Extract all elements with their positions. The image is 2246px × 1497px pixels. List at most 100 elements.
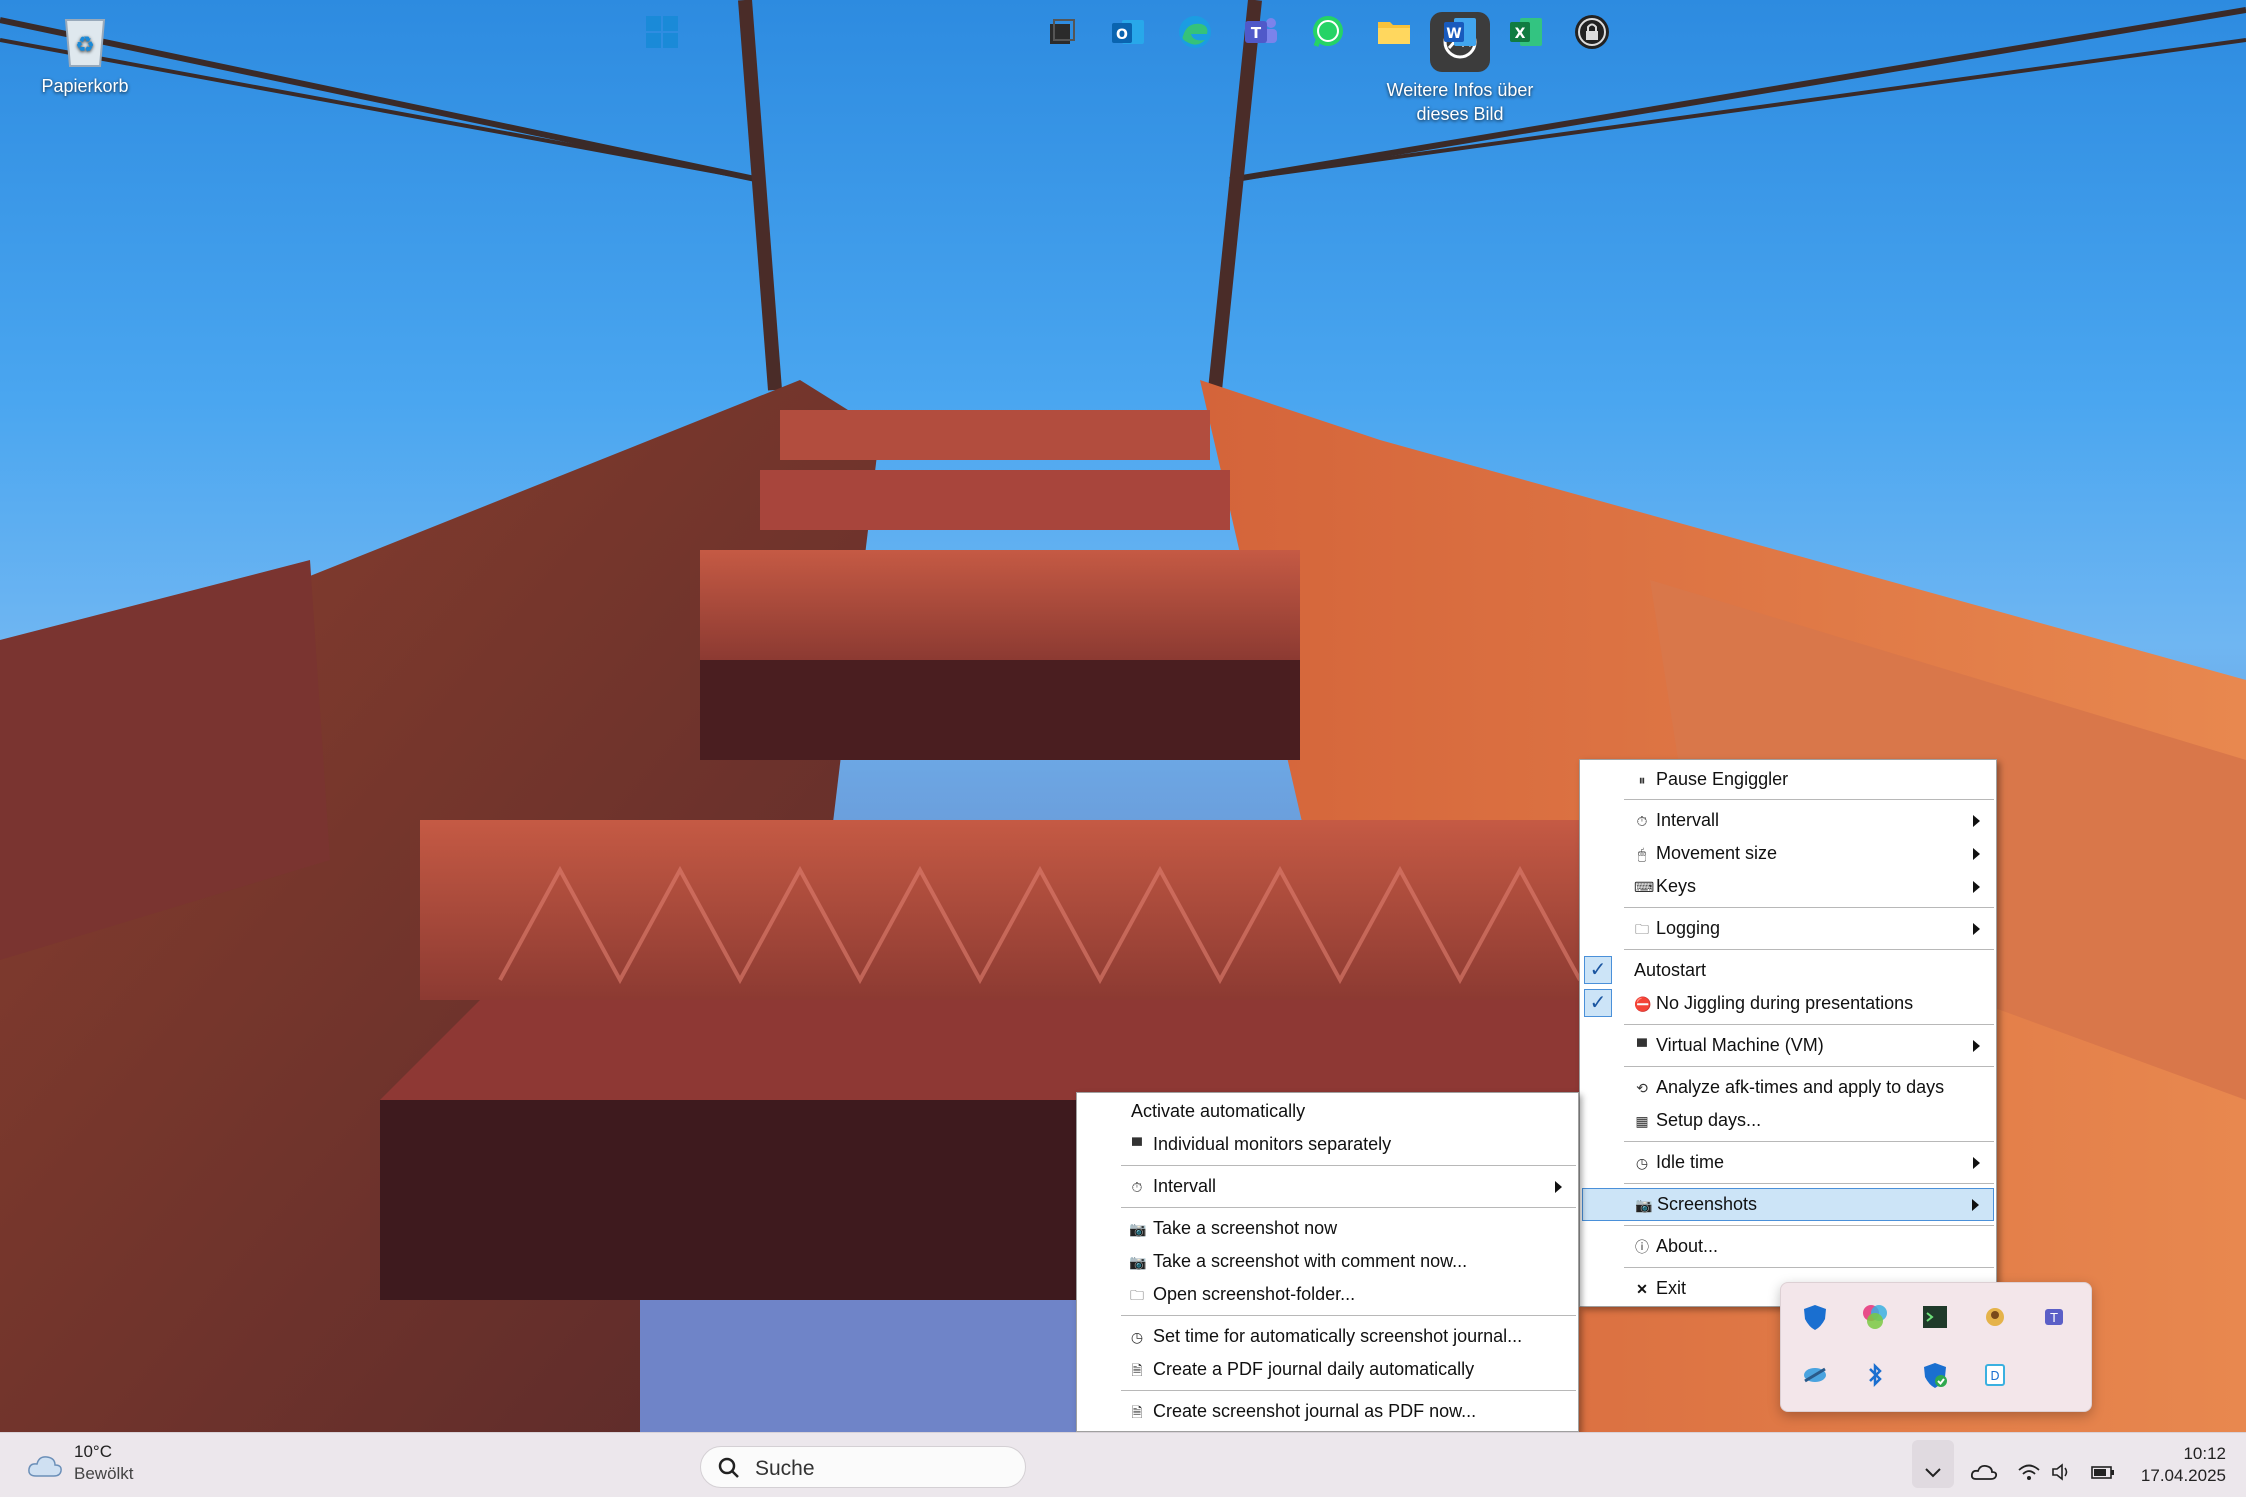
menu-item-label: Keys <box>1656 876 1697 896</box>
menu-separator <box>1624 907 1994 908</box>
svg-text:♻: ♻ <box>75 33 95 58</box>
menu-item-setup-days[interactable]: ▦ Setup days... <box>1582 1104 1994 1137</box>
submenu-arrow-icon <box>1973 922 1980 935</box>
menu-item-label: Intervall <box>1656 810 1720 830</box>
weather-temperature: 10°C <box>74 1442 112 1461</box>
menu-item-about[interactable]: ⓘ About... <box>1582 1230 1994 1263</box>
bluetooth-icon[interactable] <box>1859 1359 1891 1391</box>
submenu-item-open-screenshot-folder[interactable]: 🗀 Open screenshot-folder... <box>1079 1278 1576 1311</box>
menu-item-label: Logging <box>1656 918 1721 938</box>
menu-item-intervall[interactable]: ⏱ Intervall <box>1582 804 1994 837</box>
teams-icon[interactable]: T <box>2039 1301 2071 1333</box>
menu-item-no-jiggling-presentations[interactable]: ✓ ⛔ No Jiggling during presentations <box>1582 987 1994 1020</box>
menu-item-label: Set time for automatically screenshot jo… <box>1153 1326 1523 1346</box>
menu-item-screenshots[interactable]: 📷 Screenshots <box>1582 1188 1994 1221</box>
menu-item-autostart[interactable]: ✓ Autostart <box>1582 954 1994 987</box>
word-icon[interactable]: W <box>1440 12 1480 52</box>
teams-icon[interactable]: T <box>1241 12 1281 52</box>
battery-icon[interactable] <box>2090 1462 2114 1482</box>
lock-app-icon[interactable] <box>1572 12 1612 52</box>
engiggler-context-menu: ⏸ Pause Engiggler ⏱ Intervall 🖱 Movement… <box>1579 759 1997 1307</box>
defender-shield-icon[interactable] <box>1799 1301 1831 1333</box>
taskbar-search-box[interactable]: Suche <box>700 1446 1026 1488</box>
desktop-icon-recycle-bin[interactable]: ♻ Papierkorb <box>10 10 160 98</box>
submenu-item-take-screenshot-comment[interactable]: 📷 Take a screenshot with comment now... <box>1079 1245 1576 1278</box>
menu-item-label: Exit <box>1656 1278 1687 1298</box>
search-placeholder: Suche <box>755 1457 815 1480</box>
menu-item-label: Pause Engiggler <box>1656 769 1789 789</box>
security-check-icon[interactable] <box>1919 1359 1951 1391</box>
menu-separator <box>1624 1267 1994 1268</box>
document-icon: 🗎 <box>1131 1361 1143 1378</box>
timer-icon: ⏱ <box>1636 812 1648 829</box>
excel-icon[interactable]: X <box>1506 12 1546 52</box>
dictation-icon[interactable]: D <box>1979 1359 2011 1391</box>
menu-item-logging[interactable]: 🗀 Logging <box>1582 912 1994 945</box>
weather-condition: Bewölkt <box>74 1464 134 1483</box>
submenu-item-pdf-journal-daily[interactable]: 🗎 Create a PDF journal daily automatical… <box>1079 1353 1576 1386</box>
menu-item-keys[interactable]: ⌨ Keys <box>1582 870 1994 903</box>
menu-item-label: Screenshots <box>1657 1194 1758 1214</box>
speaker-icon[interactable] <box>2050 1462 2074 1482</box>
whatsapp-icon[interactable] <box>1308 12 1348 52</box>
start-icon[interactable] <box>642 12 682 52</box>
svg-text:W: W <box>1446 26 1461 42</box>
search-icon <box>717 1456 741 1485</box>
submenu-arrow-icon <box>1972 1198 1979 1211</box>
menu-item-virtual-machine[interactable]: ▀ Virtual Machine (VM) <box>1582 1029 1994 1062</box>
menu-item-label: Create a PDF journal daily automatically <box>1153 1359 1475 1379</box>
clock-widget[interactable]: 10:12 17.04.2025 <box>2120 1440 2240 1490</box>
file-explorer-icon[interactable] <box>1374 12 1414 52</box>
snipping-icon[interactable] <box>1799 1359 1831 1391</box>
submenu-item-individual-monitors[interactable]: ▀ Individual monitors separately <box>1079 1128 1576 1161</box>
submenu-item-create-journal-pdf-now[interactable]: 🗎 Create screenshot journal as PDF now..… <box>1079 1395 1576 1428</box>
keyboard-icon: ⌨ <box>1634 878 1655 895</box>
submenu-item-activate-automatically[interactable]: Activate automatically <box>1079 1095 1576 1128</box>
submenu-item-intervall[interactable]: ⏱ Intervall <box>1079 1170 1576 1203</box>
weather-widget[interactable]: 10°C Bewölkt <box>24 1442 184 1488</box>
submenu-arrow-icon <box>1973 880 1980 893</box>
edge-icon[interactable] <box>1175 12 1215 52</box>
submenu-arrow-icon <box>1973 847 1980 860</box>
checkmark-icon: ✓ <box>1584 989 1612 1017</box>
submenu-item-take-screenshot-now[interactable]: 📷 Take a screenshot now <box>1079 1212 1576 1245</box>
chevron-up-icon[interactable] <box>1921 1462 1945 1482</box>
wifi-icon[interactable] <box>2017 1462 2041 1482</box>
bug-app-icon[interactable] <box>1979 1301 2011 1333</box>
outlook-icon[interactable]: O <box>1108 12 1148 52</box>
menu-item-label: Intervall <box>1153 1176 1217 1196</box>
menu-separator <box>1624 1183 1994 1184</box>
analyze-icon: ⟲ <box>1636 1079 1648 1096</box>
monitor-icon: ▀ <box>1637 1037 1647 1054</box>
clock-icon: ◷ <box>1130 1328 1144 1345</box>
menu-item-label: Analyze afk-times and apply to days <box>1656 1077 1945 1097</box>
folder-icon: 🗀 <box>1635 920 1649 937</box>
close-icon: ✕ <box>1636 1280 1648 1297</box>
menu-separator <box>1624 1024 1994 1025</box>
colorful-app-icon[interactable] <box>1859 1301 1891 1333</box>
menu-item-movement-size[interactable]: 🖱 Movement size <box>1582 837 1994 870</box>
menu-item-pause[interactable]: ⏸ Pause Engiggler <box>1582 763 1994 796</box>
menu-item-label: Take a screenshot with comment now... <box>1153 1251 1468 1271</box>
taskbar <box>0 1432 2246 1497</box>
desktop-icon-label: Papierkorb <box>41 76 129 96</box>
menu-item-label: Autostart <box>1634 960 1707 980</box>
menu-item-idle-time[interactable]: ◷ Idle time <box>1582 1146 1994 1179</box>
menu-separator <box>1121 1165 1576 1166</box>
menu-item-label: No Jiggling during presentations <box>1656 993 1914 1013</box>
checkmark-icon: ✓ <box>1584 956 1612 984</box>
timer-icon: ⏱ <box>1131 1178 1143 1195</box>
tray-overflow-flyout: T D <box>1780 1282 2092 1412</box>
task-view-icon[interactable] <box>1042 12 1082 52</box>
onedrive-icon[interactable] <box>1970 1462 1998 1482</box>
svg-text:X: X <box>1515 26 1526 42</box>
menu-item-analyze-afk[interactable]: ⟲ Analyze afk-times and apply to days <box>1582 1071 1994 1104</box>
recycle-bin-icon: ♻ <box>58 10 112 68</box>
screenshots-submenu: Activate automatically ▀ Individual moni… <box>1076 1092 1579 1432</box>
menu-separator <box>1624 1066 1994 1067</box>
submenu-arrow-icon <box>1555 1180 1562 1193</box>
menu-item-label: Movement size <box>1656 843 1778 863</box>
terminal-app-icon[interactable] <box>1919 1301 1951 1333</box>
submenu-item-set-journal-time[interactable]: ◷ Set time for automatically screenshot … <box>1079 1320 1576 1353</box>
clock-date: 17.04.2025 <box>2140 1466 2226 1485</box>
